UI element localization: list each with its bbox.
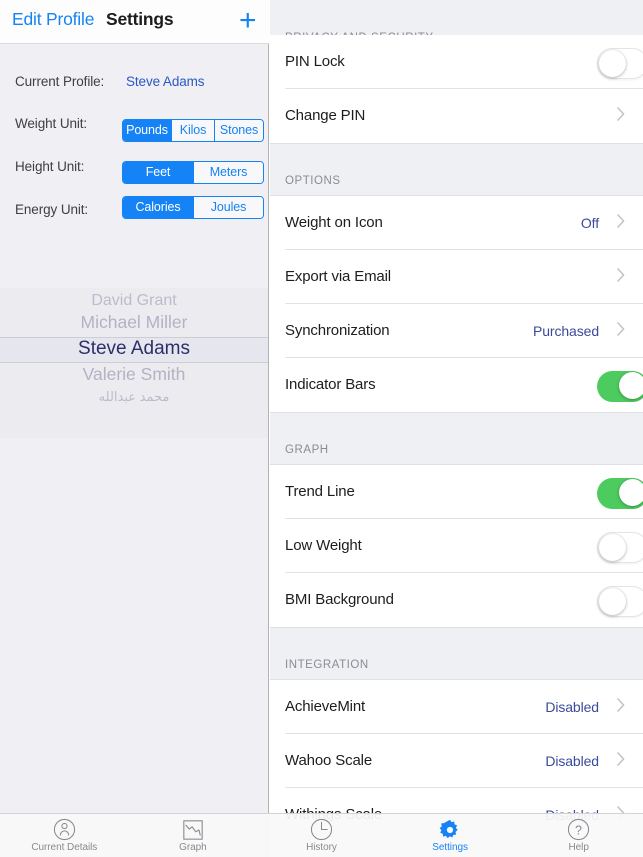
toggle-switch[interactable] <box>597 586 643 617</box>
row-title: Export via Email <box>285 268 391 285</box>
energy-unit-segmented-control[interactable]: Calories Joules <box>122 196 264 219</box>
svg-text:?: ? <box>575 823 582 837</box>
table-row-bmi-background[interactable]: BMI Background <box>270 573 643 627</box>
table-row-change-pin[interactable]: Change PIN <box>270 89 643 143</box>
table-row-weight-on-icon[interactable]: Weight on Icon Off <box>270 196 643 250</box>
row-title: Weight on Icon <box>285 214 383 231</box>
tab-label: Current Details <box>31 842 98 853</box>
section-header-label: GRAPH <box>285 444 329 456</box>
person-icon <box>53 818 76 841</box>
settings-detail-pane: Fitbit Aria Scale Disabled PRIVACY AND S… <box>270 0 643 857</box>
chevron-right-icon <box>617 268 625 282</box>
chevron-right-icon <box>617 214 625 228</box>
row-title: Trend Line <box>285 483 355 500</box>
section-header: OPTIONS <box>270 143 643 196</box>
height-unit-label: Height Unit: <box>15 159 85 174</box>
tab-label: Help <box>568 842 589 853</box>
table-row-wahoo-scale[interactable]: Wahoo Scale Disabled <box>270 734 643 788</box>
navigation-bar: Edit Profile Settings + <box>0 0 269 44</box>
table-row-indicator-bars[interactable]: Indicator Bars <box>270 358 643 412</box>
row-title: PIN Lock <box>285 53 345 70</box>
height-unit-option-feet[interactable]: Feet <box>123 162 193 183</box>
toggle-knob <box>599 588 626 615</box>
row-title: Change PIN <box>285 107 366 124</box>
row-title: Low Weight <box>285 537 362 554</box>
toggle-knob <box>599 50 626 77</box>
tab-history[interactable]: History <box>257 814 386 857</box>
picker-item[interactable]: Michael Miller <box>0 310 268 336</box>
master-pane: Edit Profile Settings + Current Profile:… <box>0 0 269 857</box>
tab-label: History <box>306 842 337 853</box>
energy-unit-option-calories[interactable]: Calories <box>123 197 193 218</box>
picker-item-label: Steve Adams <box>78 338 190 359</box>
tab-bar: Current Details Graph History Settings? Help <box>0 813 643 857</box>
settings-screen: Edit Profile Settings + Current Profile:… <box>0 0 643 857</box>
weight-unit-label: Weight Unit: <box>15 116 88 131</box>
picker-item[interactable]: Steve Adams <box>0 335 268 362</box>
section-header: INTEGRATION <box>270 627 643 680</box>
height-unit-option-meters[interactable]: Meters <box>193 162 263 183</box>
toggle-knob <box>619 372 643 399</box>
add-profile-button[interactable]: + <box>239 5 257 37</box>
tab-label: Graph <box>179 842 207 853</box>
row-title: Wahoo Scale <box>285 752 373 769</box>
gear-icon <box>439 818 461 841</box>
picker-item[interactable]: Valerie Smith <box>0 362 268 388</box>
tab-label: Settings <box>432 842 468 853</box>
tab-settings[interactable]: Settings <box>386 814 515 857</box>
section-header-label: INTEGRATION <box>285 659 369 671</box>
section-header-label: OPTIONS <box>285 175 341 187</box>
weight-unit-segmented-control[interactable]: Pounds Kilos Stones <box>122 119 264 142</box>
picker-item[interactable]: محمد عبدالله <box>0 386 268 407</box>
clock-icon <box>310 818 333 841</box>
row-title: AchieveMint <box>285 698 366 715</box>
weight-unit-option-pounds[interactable]: Pounds <box>123 120 171 141</box>
row-detail-value: Off <box>580 215 599 231</box>
picker-item-label: Michael Miller <box>80 312 188 332</box>
table-row-low-weight[interactable]: Low Weight <box>270 519 643 573</box>
toggle-switch[interactable] <box>597 478 643 509</box>
row-title: BMI Background <box>285 591 394 608</box>
chevron-right-icon <box>617 752 625 766</box>
weight-unit-option-kilos[interactable]: Kilos <box>171 120 214 141</box>
toggle-switch[interactable] <box>597 371 643 402</box>
row-title: Synchronization <box>285 322 390 339</box>
toggle-knob <box>619 479 643 506</box>
picker-item-label: محمد عبدالله <box>98 389 170 404</box>
table-row-synchronization[interactable]: Synchronization Purchased <box>270 304 643 358</box>
page-title: Settings <box>106 9 174 29</box>
chart-icon <box>182 818 204 841</box>
row-detail-value: Purchased <box>532 323 599 339</box>
question-icon: ? <box>567 818 590 841</box>
energy-unit-label: Energy Unit: <box>15 202 89 217</box>
table-row-pin-lock[interactable]: PIN Lock <box>270 35 643 89</box>
toggle-switch[interactable] <box>597 532 643 563</box>
row-detail-value: Disabled <box>545 753 599 769</box>
picker-item-label: Valerie Smith <box>82 364 186 384</box>
row-title: Indicator Bars <box>285 376 376 393</box>
edit-profile-button[interactable]: Edit Profile <box>12 9 94 30</box>
row-detail-value: Disabled <box>545 699 599 715</box>
energy-unit-option-joules[interactable]: Joules <box>193 197 263 218</box>
tab-graph[interactable]: Graph <box>129 814 258 857</box>
section-header: GRAPH <box>270 412 643 465</box>
table-row-export-via-email[interactable]: Export via Email <box>270 250 643 304</box>
tab-current-details[interactable]: Current Details <box>0 814 129 857</box>
chevron-right-icon <box>617 698 625 712</box>
picker-item-label: David Grant <box>91 292 177 309</box>
table-row-achievemint[interactable]: AchieveMint Disabled <box>270 680 643 734</box>
chevron-right-icon <box>617 107 625 121</box>
tab-help[interactable]: ? Help <box>514 814 643 857</box>
profile-picker-wheel[interactable]: David Grant Michael Miller Steve Adams Vale… <box>0 288 268 438</box>
chevron-right-icon <box>617 322 625 336</box>
current-profile-label: Current Profile: <box>15 74 105 89</box>
toggle-knob <box>599 534 626 561</box>
toggle-switch[interactable] <box>597 48 643 79</box>
weight-unit-option-stones[interactable]: Stones <box>214 120 263 141</box>
table-row-trend-line[interactable]: Trend Line <box>270 465 643 519</box>
current-profile-value[interactable]: Steve Adams <box>126 74 205 89</box>
height-unit-segmented-control[interactable]: Feet Meters <box>122 161 264 184</box>
